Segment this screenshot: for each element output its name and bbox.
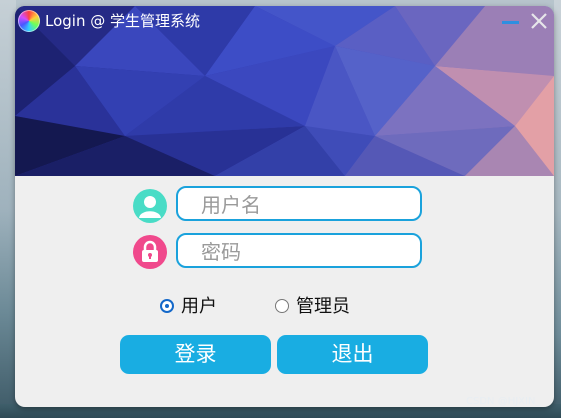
radio-selected-indicator (160, 299, 174, 313)
desktop-background-right (554, 0, 561, 418)
title-bar[interactable]: Login @ 学生管理系统 (15, 6, 554, 36)
lock-icon (133, 235, 167, 269)
watermark-text: CSDN @HJXIN_ (466, 396, 541, 407)
desktop-background-left (0, 0, 16, 418)
username-input[interactable] (199, 191, 413, 218)
close-icon (531, 13, 547, 29)
login-window: Login @ 学生管理系统 用户名 用户 管理员 登录 退出 (15, 6, 554, 407)
role-radio-user[interactable]: 用户 (160, 296, 230, 318)
radio-unselected-indicator (275, 299, 289, 313)
password-field-wrapper (176, 233, 422, 268)
close-button[interactable] (528, 10, 550, 32)
login-button[interactable]: 登录 (120, 335, 271, 374)
username-field-wrapper (176, 186, 422, 221)
role-label-admin: 管理员 (296, 296, 350, 317)
app-logo-icon (18, 10, 40, 32)
exit-button[interactable]: 退出 (277, 335, 428, 374)
password-input[interactable] (199, 238, 413, 265)
role-label-user: 用户 (181, 296, 217, 317)
minimize-button[interactable] (499, 10, 521, 32)
role-radio-admin[interactable]: 管理员 (275, 296, 365, 318)
minimize-icon (502, 21, 519, 24)
user-icon (133, 189, 167, 223)
window-title: Login @ 学生管理系统 (45, 12, 201, 30)
